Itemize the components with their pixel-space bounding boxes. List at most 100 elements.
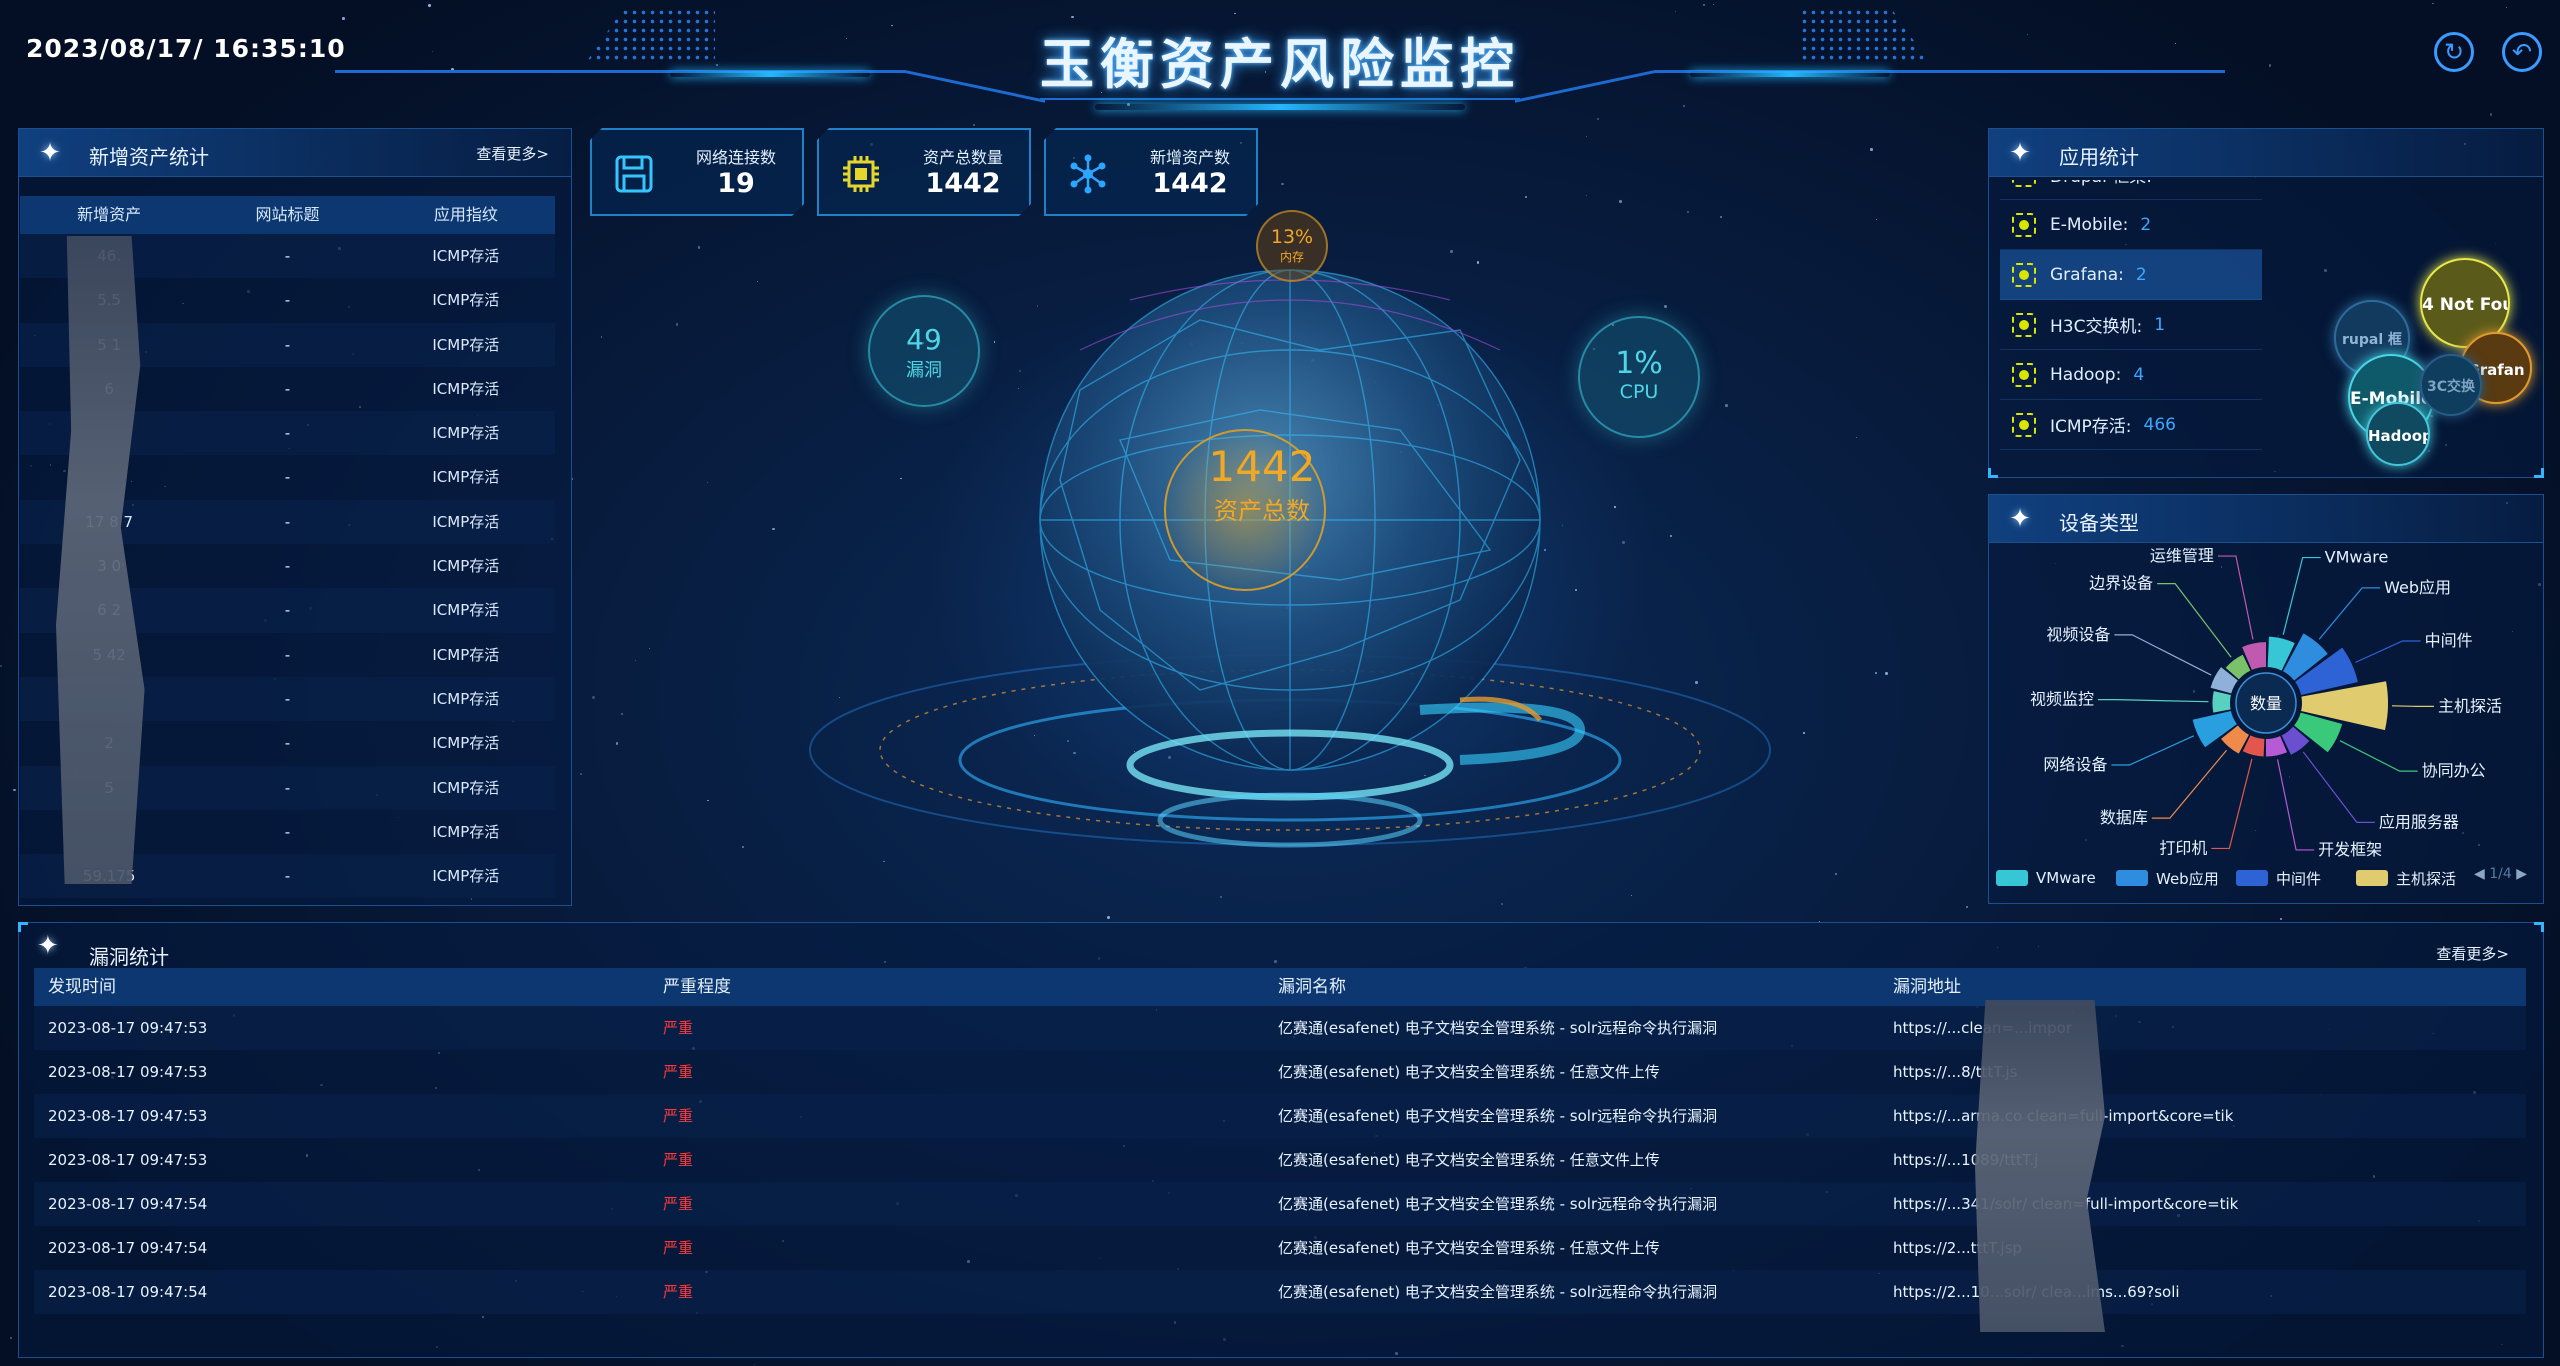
legend-item[interactable]: VMware [1996,868,2096,888]
app-stat-item[interactable]: Drupal 框架: 1 [2000,180,2262,200]
new-assets-panel-header: ✦ 新增资产统计 查看更多> [19,129,571,177]
site-title-cell: - [284,734,291,753]
app-bubble[interactable]: 3C交换 [2420,354,2482,416]
legend-swatch [2356,870,2388,886]
vuln-name-cell: 亿赛通(esafenet) 电子文档安全管理系统 - solr远程命令执行漏洞 [1278,1107,1718,1125]
back-icon[interactable]: ↶ [2502,32,2542,72]
app-stat-item[interactable]: H3C交换机: 1 [2000,300,2262,350]
fingerprint-cell: ICMP存活 [432,247,500,265]
header-bar: 2023/08/17/ 16:35:10 玉衡资产风险监控 ↻ ↶ [0,0,2560,110]
rose-leader-line [2157,583,2232,658]
panel-corner [1988,468,1998,478]
rose-category-label: 运维管理 [2150,548,2214,565]
site-title-cell: - [284,424,291,443]
fingerprint-cell: ICMP存活 [432,424,500,443]
device-type-legend: VMware Web应用 中间件 主机探活 ◀ 1/4 ▶ [1996,862,2544,892]
app-stat-item[interactable]: E-Mobile: 2 [2000,200,2262,250]
severity-cell: 严重 [663,1063,694,1081]
app-bubble[interactable]: Hadoop [2366,402,2430,466]
vulns-table: 发现时间 严重程度 漏洞名称 漏洞地址 2023-08-17 09:47:53 严… [34,968,2526,1314]
severity-cell: 严重 [663,1151,694,1169]
site-title-cell: - [284,512,291,531]
app-name: Grafana: [2050,264,2124,285]
rose-category-label: 协同办公 [2422,761,2486,780]
legend-next-icon[interactable]: ▶ [2516,866,2527,882]
legend-item[interactable]: 主机探活 [2356,868,2456,888]
fingerprint-cell: ICMP存活 [432,557,500,576]
rose-category-label: 开发框架 [2318,840,2382,858]
memory-value: 13% [1270,226,1314,248]
vuln-name-cell: 亿赛通(esafenet) 电子文档安全管理系统 - 任意文件上传 [1278,1239,1660,1257]
legend-page-label: 1/4 [2489,866,2512,882]
site-title-cell: - [284,822,291,841]
new-assets-more-link[interactable]: 查看更多> [476,143,549,164]
severity-cell: 严重 [663,1283,694,1301]
table-row[interactable]: 2023-08-17 09:47:54 严重 亿赛通(esafenet) 电子文档安… [34,1226,2526,1270]
legend-swatch [2116,870,2148,886]
legend-swatch [2236,870,2268,886]
sparkle-icon: ✦ [2009,138,2031,168]
globe-total-label: 资产总数 [1214,497,1310,525]
vuln-address-cell: https://...341/solr/ clean=full-import&c… [1893,1195,2239,1213]
rose-leader-line [2282,556,2321,635]
app-stat-item[interactable]: Grafana: 2 [2000,250,2262,300]
site-title-cell: - [284,689,291,708]
rose-leader-line [2339,740,2418,772]
col-header-vuln-address: 漏洞地址 [1893,977,1961,997]
app-stat-item[interactable]: Hadoop: 4 [2000,350,2262,400]
cpu-label: CPU [1619,381,1659,403]
rose-leader-line [2391,705,2434,707]
fingerprint-cell: ICMP存活 [432,335,500,354]
vulns-more-link[interactable]: 查看更多> [2436,943,2509,964]
device-types-title: 设备类型 [2059,511,2139,535]
memory-label: 内存 [1279,250,1304,264]
table-row[interactable]: 2023-08-17 09:47:53 严重 亿赛通(esafenet) 电子文档安… [34,1094,2526,1138]
vuln-name-cell: 亿赛通(esafenet) 电子文档安全管理系统 - 任意文件上传 [1278,1151,1660,1169]
vuln-name-cell: 亿赛通(esafenet) 电子文档安全管理系统 - solr远程命令执行漏洞 [1278,1283,1718,1301]
table-row[interactable]: 2023-08-17 09:47:53 严重 亿赛通(esafenet) 电子文档安… [34,1138,2526,1182]
rose-category-label: 视频监控 [2030,690,2094,709]
rose-category-label: 网络设备 [2043,755,2107,774]
app-list-viewport[interactable]: Drupal 框架: 1 E-Mobile: 2 Grafana: 2 H3C交换机: 1 Ha… [2000,180,2262,470]
fingerprint-cell: ICMP存活 [432,512,500,531]
time-cell: 2023-08-17 09:47:53 [48,1107,208,1125]
severity-cell: 严重 [663,1239,694,1257]
refresh-icon[interactable]: ↻ [2434,32,2474,72]
vuln-address-cell: https://...8/tttT.js [1893,1063,2018,1081]
vuln-address-cell: https://...arma.co clean=full-import&cor… [1893,1107,2234,1125]
legend-prev-icon[interactable]: ◀ [2474,866,2485,882]
legend-item[interactable]: Web应用 [2116,868,2219,888]
fingerprint-cell: ICMP存活 [432,867,500,886]
table-row[interactable]: 2023-08-17 09:47:54 严重 亿赛通(esafenet) 电子文档安… [34,1270,2526,1314]
stat-value: 1442 [925,168,1001,199]
rose-center-label: 数量 [2250,694,2282,713]
memory-bubble: 13% 内存 [1256,210,1328,282]
stat-new-assets: 新增资产数 1442 [1044,128,1258,216]
table-row[interactable]: 2023-08-17 09:47:53 严重 亿赛通(esafenet) 电子文档安… [34,1050,2526,1094]
device-type-rose-chart[interactable]: VMware Web应用中间件主机探活协同办公应用服务器开发框架 打印机数据库 网络设… [1992,548,2540,858]
vulns-table-body: 2023-08-17 09:47:53 严重 亿赛通(esafenet) 电子文档安… [34,1006,2526,1314]
col-header-fingerprint: 应用指纹 [433,205,498,224]
page-title: 玉衡资产风险监控 [1040,33,1520,96]
vuln-address-cell: https://...clean=...impor [1893,1019,2072,1037]
vulns-title: 漏洞统计 [89,945,169,969]
globe-total-value: 1442 [1208,442,1316,491]
site-title-cell: - [284,247,291,265]
fingerprint-cell: ICMP存活 [432,778,500,797]
legend-pager[interactable]: ◀ 1/4 ▶ [2474,866,2527,882]
stat-network-connections: 网络连接数 19 [590,128,804,216]
app-count: 2 [2140,214,2152,235]
rose-leader-line [2302,751,2375,823]
fingerprint-cell: ICMP存活 [432,379,500,398]
table-row[interactable]: 2023-08-17 09:47:54 严重 亿赛通(esafenet) 电子文档安… [34,1182,2526,1226]
legend-item[interactable]: 中间件 [2236,868,2321,888]
table-row[interactable]: 2023-08-17 09:47:53 严重 亿赛通(esafenet) 电子文档安… [34,1006,2526,1050]
site-title-cell: - [284,468,291,487]
app-list: Drupal 框架: 1 E-Mobile: 2 Grafana: 2 H3C交换机: 1 Ha… [2000,180,2262,450]
app-stat-item[interactable]: ICMP存活: 466 [2000,400,2262,450]
rose-slice[interactable] [2212,691,2231,713]
vuln-value: 49 [906,323,942,356]
app-count: 2 [2135,264,2147,285]
col-header-asset: 新增资产 [77,205,142,224]
sparkle-icon: ✦ [39,138,61,168]
